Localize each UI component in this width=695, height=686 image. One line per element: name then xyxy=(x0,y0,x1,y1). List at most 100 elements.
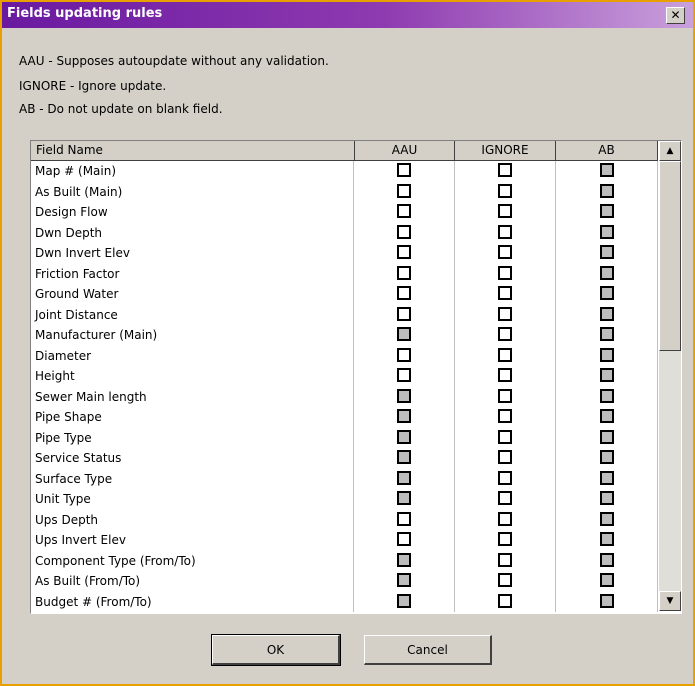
table-row[interactable]: Dwn Invert Elev xyxy=(31,243,658,264)
ignore-checkbox[interactable] xyxy=(498,450,512,464)
vertical-scrollbar[interactable]: ▲ ▼ xyxy=(659,141,681,611)
aau-cell xyxy=(354,181,455,202)
aau-checkbox xyxy=(397,491,411,505)
column-header-aau[interactable]: AAU xyxy=(355,141,455,161)
aau-checkbox[interactable] xyxy=(397,163,411,177)
table-row[interactable]: Diameter xyxy=(31,345,658,366)
table-row[interactable]: Surface Type xyxy=(31,468,658,489)
aau-checkbox[interactable] xyxy=(397,245,411,259)
aau-checkbox xyxy=(397,470,411,485)
table-row[interactable]: Ups Depth xyxy=(31,509,658,530)
title-bar[interactable]: Fields updating rules ✕ xyxy=(2,2,693,28)
ok-button[interactable]: OK xyxy=(211,634,341,666)
table-row[interactable]: Design Flow xyxy=(31,202,658,223)
ignore-checkbox[interactable] xyxy=(498,511,512,526)
aau-checkbox[interactable] xyxy=(397,511,411,526)
aau-checkbox[interactable] xyxy=(397,224,411,239)
ignore-checkbox[interactable] xyxy=(498,286,512,300)
scroll-up-button[interactable]: ▲ xyxy=(659,141,681,161)
ignore-checkbox[interactable] xyxy=(498,491,512,505)
table-row[interactable]: Friction Factor xyxy=(31,263,658,284)
cancel-button[interactable]: Cancel xyxy=(364,635,492,665)
scroll-down-button[interactable]: ▼ xyxy=(659,591,681,611)
table-row[interactable]: Budget # (From/To) xyxy=(31,591,658,612)
aau-checkbox[interactable] xyxy=(397,286,411,300)
aau-checkbox[interactable] xyxy=(397,532,411,546)
ab-checkbox xyxy=(599,306,614,321)
table-row[interactable]: Service Status xyxy=(31,448,658,469)
column-header-field-name[interactable]: Field Name xyxy=(31,141,355,161)
ab-checkbox xyxy=(599,532,614,546)
ignore-checkbox[interactable] xyxy=(498,224,512,239)
aau-checkbox xyxy=(397,573,411,587)
ab-checkbox xyxy=(599,491,614,505)
ignore-checkbox[interactable] xyxy=(498,183,512,198)
aau-cell xyxy=(354,427,455,448)
aau-checkbox[interactable] xyxy=(397,368,411,382)
ignore-checkbox[interactable] xyxy=(498,163,512,177)
table-row[interactable]: Component Type (From/To) xyxy=(31,550,658,571)
ignore-checkbox[interactable] xyxy=(498,347,512,362)
aau-checkbox[interactable] xyxy=(397,306,411,321)
ab-checkbox xyxy=(599,409,614,423)
column-header-ignore[interactable]: IGNORE xyxy=(455,141,556,161)
close-button[interactable]: ✕ xyxy=(666,7,685,24)
ignore-checkbox[interactable] xyxy=(498,573,512,587)
field-name-cell: Height xyxy=(31,366,354,387)
ignore-checkbox[interactable] xyxy=(498,204,512,218)
scroll-thumb[interactable] xyxy=(659,161,681,351)
aau-checkbox[interactable] xyxy=(397,183,411,198)
ignore-checkbox[interactable] xyxy=(498,470,512,485)
table-row[interactable]: Pipe Type xyxy=(31,427,658,448)
ignore-checkbox[interactable] xyxy=(498,245,512,259)
ignore-checkbox[interactable] xyxy=(498,429,512,444)
table-row[interactable]: Unit Type xyxy=(31,489,658,510)
table-row[interactable]: Ups Invert Elev xyxy=(31,530,658,551)
ignore-cell xyxy=(455,243,556,264)
description-aau: AAU - Supposes autoupdate without any va… xyxy=(19,54,329,68)
field-name-cell: Ups Invert Elev xyxy=(31,530,354,551)
ab-cell xyxy=(556,181,658,202)
ab-cell xyxy=(556,386,658,407)
table-row[interactable]: Dwn Depth xyxy=(31,222,658,243)
ignore-checkbox[interactable] xyxy=(498,532,512,546)
field-name-cell: Map # (Main) xyxy=(31,161,354,182)
table-row[interactable]: Sewer Main length xyxy=(31,386,658,407)
ignore-checkbox[interactable] xyxy=(498,388,512,403)
aau-checkbox xyxy=(397,450,411,464)
aau-checkbox xyxy=(397,327,411,341)
table-row[interactable]: Manufacturer (Main) xyxy=(31,325,658,346)
ignore-checkbox[interactable] xyxy=(498,306,512,321)
ignore-checkbox[interactable] xyxy=(498,409,512,423)
ignore-checkbox[interactable] xyxy=(498,593,512,608)
arrow-up-icon: ▲ xyxy=(666,146,674,156)
aau-checkbox[interactable] xyxy=(397,265,411,280)
ignore-cell xyxy=(455,407,556,428)
table-row[interactable]: Height xyxy=(31,366,658,387)
ignore-checkbox[interactable] xyxy=(498,368,512,382)
table-row[interactable]: As Built (Main) xyxy=(31,181,658,202)
ab-cell xyxy=(556,591,658,612)
field-name-cell: Surface Type xyxy=(31,468,354,489)
field-name-cell: Sewer Main length xyxy=(31,386,354,407)
aau-checkbox[interactable] xyxy=(397,347,411,362)
ab-cell xyxy=(556,550,658,571)
aau-cell xyxy=(354,489,455,510)
aau-cell xyxy=(354,571,455,592)
table-row[interactable]: Map # (Main) xyxy=(31,161,658,182)
ab-checkbox xyxy=(599,450,614,464)
ab-checkbox xyxy=(599,593,614,608)
ignore-checkbox[interactable] xyxy=(498,552,512,567)
ignore-checkbox[interactable] xyxy=(498,327,512,341)
table-row[interactable]: Ground Water xyxy=(31,284,658,305)
close-icon: ✕ xyxy=(670,8,681,22)
field-name-cell: Design Flow xyxy=(31,202,354,223)
table-row[interactable]: As Built (From/To) xyxy=(31,571,658,592)
ignore-cell xyxy=(455,161,556,182)
table-row[interactable]: Pipe Shape xyxy=(31,407,658,428)
table-row[interactable]: Joint Distance xyxy=(31,304,658,325)
ignore-checkbox[interactable] xyxy=(498,265,512,280)
ab-cell xyxy=(556,243,658,264)
column-header-ab[interactable]: AB xyxy=(556,141,658,161)
aau-checkbox[interactable] xyxy=(397,204,411,218)
